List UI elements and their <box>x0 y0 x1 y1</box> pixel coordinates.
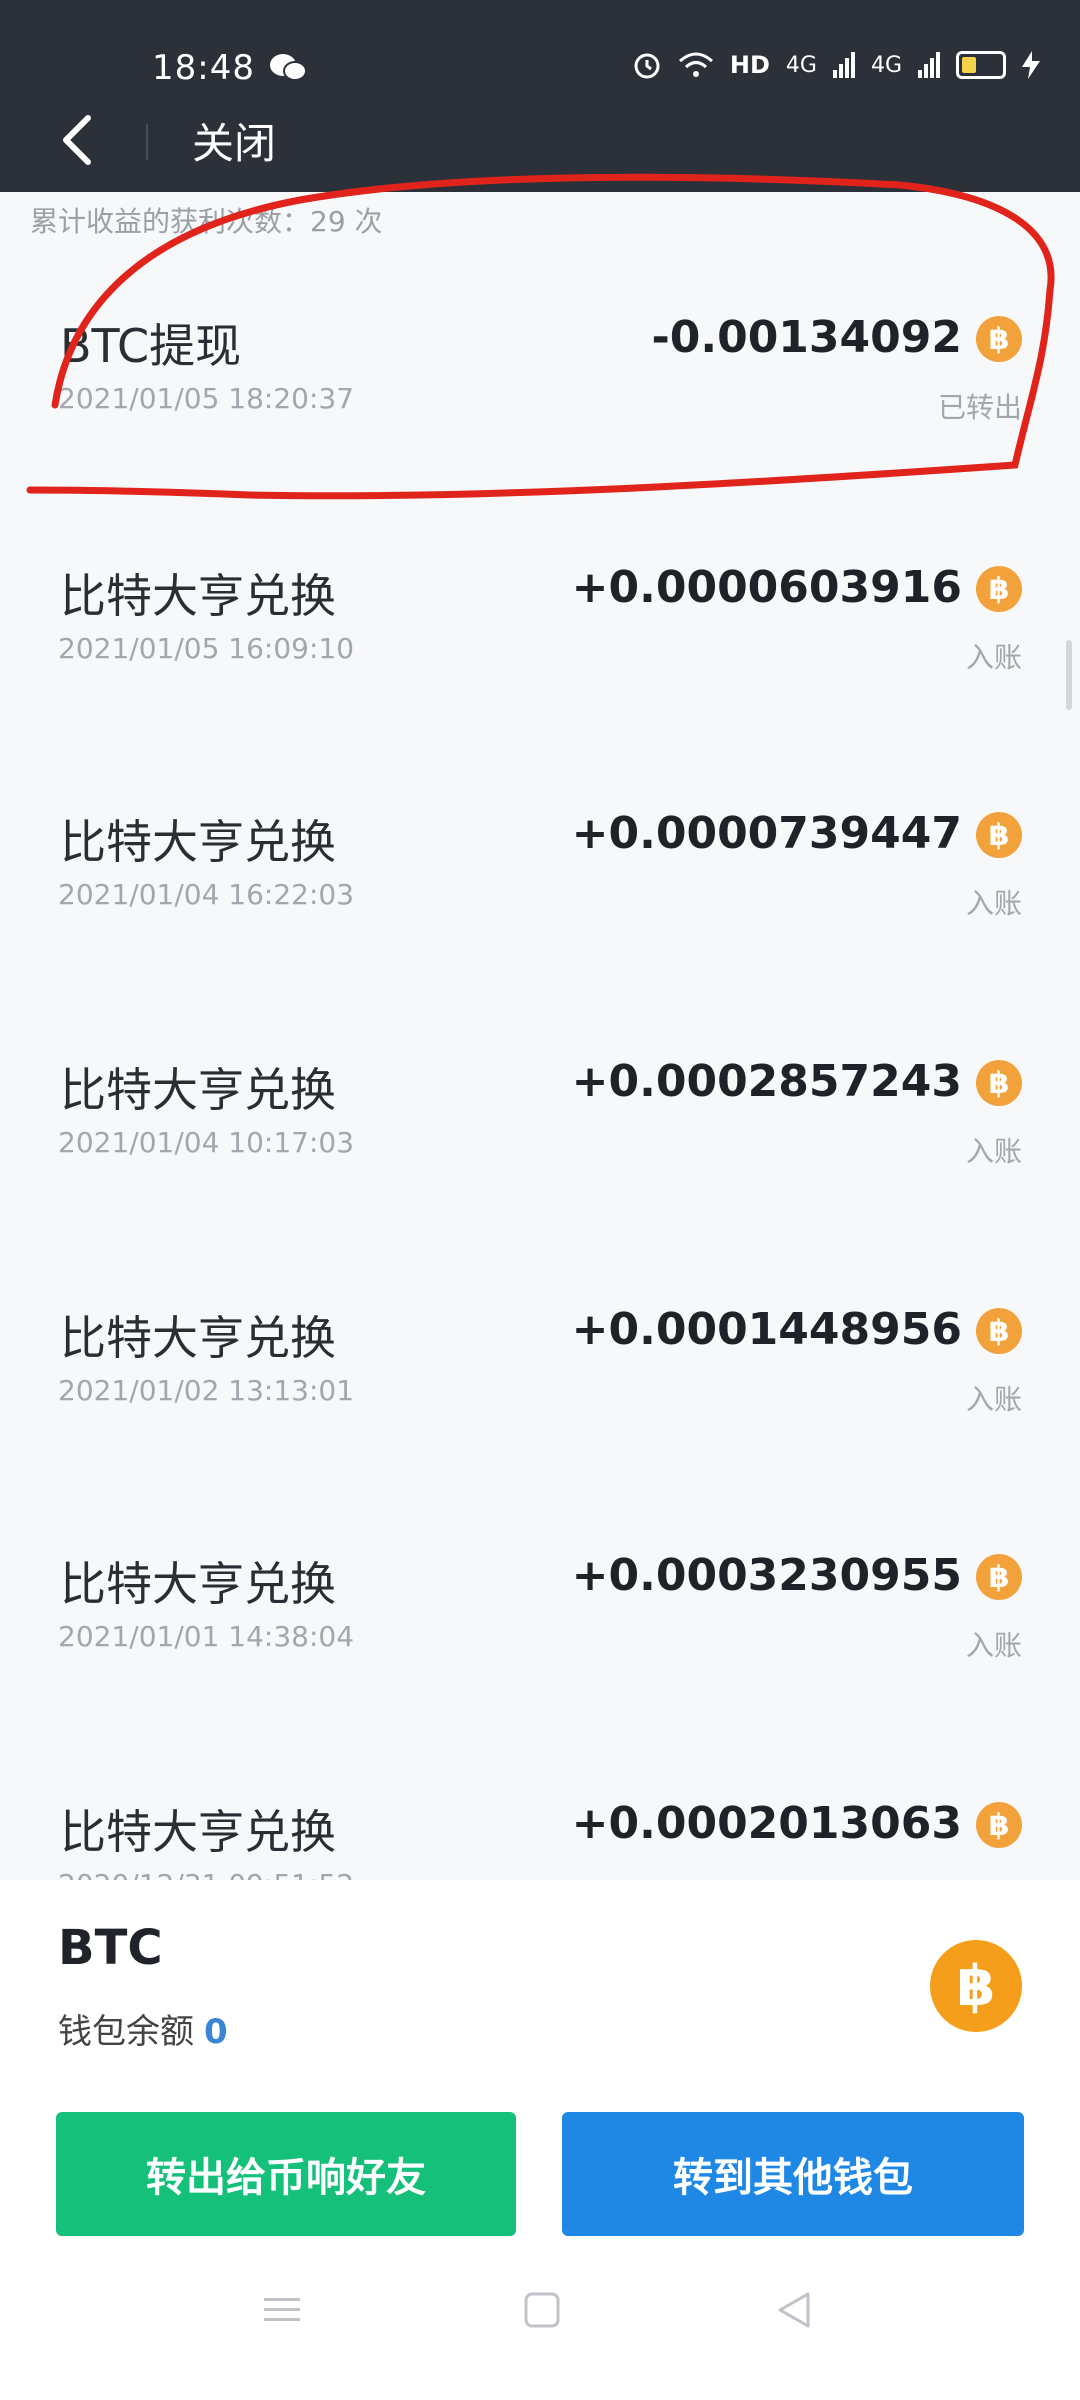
transaction-row[interactable]: 比特大亨兑换 2020/12/31 09:51:52 +0.0002013063 ฿ 入… <box>0 1776 1080 1880</box>
system-nav-bar <box>0 2290 1080 2380</box>
transaction-title: 比特大亨兑换 <box>60 815 336 869</box>
bitcoin-icon: ฿ <box>976 1308 1022 1354</box>
bitcoin-icon: ฿ <box>976 1802 1022 1848</box>
transaction-date: 2021/01/02 13:13:01 <box>58 1374 355 1407</box>
transaction-row[interactable]: 比特大亨兑换 2021/01/05 16:09:10 +0.0000603916 ฿ 入… <box>0 540 1080 786</box>
close-button[interactable]: 关闭 <box>192 110 276 171</box>
nav-divider <box>146 124 148 160</box>
transaction-date: 2021/01/05 18:20:37 <box>58 382 355 415</box>
transaction-date: 2021/01/04 10:17:03 <box>58 1126 355 1159</box>
wifi-icon <box>678 52 713 77</box>
wallet-balance-value: 0 <box>204 2012 228 2052</box>
transaction-status: 入账 <box>965 1629 1022 1662</box>
transaction-title: 比特大亨兑换 <box>60 1311 336 1365</box>
menu-icon[interactable] <box>262 2290 302 2330</box>
transaction-row[interactable]: 比特大亨兑换 2021/01/01 14:38:04 +0.0003230955 ฿ 入… <box>0 1528 1080 1774</box>
transfer-to-friend-button[interactable]: 转出给币响好友 <box>56 2112 516 2236</box>
status-time: 18:48 <box>152 48 255 88</box>
bitcoin-icon: ฿ <box>976 812 1022 858</box>
profit-count-summary: 累计收益的获利次数：29 次 <box>30 205 383 238</box>
transaction-status: 入账 <box>965 887 1022 920</box>
scrollbar[interactable] <box>1066 640 1072 710</box>
status-icons: HD 4G 4G <box>632 50 1040 80</box>
wechat-icon <box>270 54 307 81</box>
signal-icon <box>918 52 940 78</box>
wallet-currency: BTC <box>58 1920 163 1976</box>
transaction-status: 入账 <box>965 1383 1022 1416</box>
transaction-date: 2020/12/31 09:51:52 <box>58 1868 354 1880</box>
signal-icon <box>832 52 855 78</box>
bitcoin-icon: ฿ <box>976 316 1022 362</box>
transaction-row[interactable]: 比特大亨兑换 2021/01/04 16:22:03 +0.0000739447 ฿ 入… <box>0 786 1080 1032</box>
transaction-title: 比特大亨兑换 <box>60 1063 336 1117</box>
wallet-panel: BTC 钱包余额 0 ฿ 转出给币响好友 转到其他钱包 <box>0 1880 1080 2400</box>
transaction-status: 已转出 <box>937 391 1022 424</box>
status-bar: 18:48 HD 4G 4G <box>0 0 1080 92</box>
transaction-status: 入账 <box>965 1135 1022 1168</box>
bitcoin-icon: ฿ <box>930 1940 1022 2032</box>
transaction-status: 入账 <box>966 1872 1022 1880</box>
home-icon[interactable] <box>522 2290 562 2330</box>
transaction-amount: +0.0001448956 <box>571 1304 962 1355</box>
transaction-row[interactable]: BTC提现 2021/01/05 18:20:37 -0.00134092 ฿ 已转出 <box>0 290 1080 536</box>
transaction-title: BTC提现 <box>60 319 242 373</box>
transaction-title: 比特大亨兑换 <box>60 1557 336 1611</box>
network-type-2: 4G <box>870 52 902 78</box>
battery-icon <box>956 51 1006 79</box>
bitcoin-icon: ฿ <box>976 566 1022 612</box>
transaction-row[interactable]: 比特大亨兑换 2021/01/02 13:13:01 +0.0001448956 ฿ 入… <box>0 1282 1080 1528</box>
transaction-status: 入账 <box>965 641 1022 674</box>
transaction-amount: +0.0000739447 <box>571 808 962 859</box>
charging-icon <box>1022 51 1040 79</box>
transaction-date: 2021/01/05 16:09:10 <box>58 632 355 665</box>
transaction-amount: +0.0000603916 <box>571 562 962 613</box>
transaction-title: 比特大亨兑换 <box>60 1805 336 1859</box>
hd-label: HD <box>729 51 770 79</box>
transaction-amount: +0.0002013063 <box>571 1798 962 1849</box>
transaction-date: 2021/01/04 16:22:03 <box>58 878 355 911</box>
transaction-amount: +0.0002857243 <box>571 1056 962 1107</box>
bitcoin-icon: ฿ <box>976 1060 1022 1106</box>
triangle-back-icon[interactable] <box>774 2290 814 2330</box>
transaction-title: 比特大亨兑换 <box>60 569 336 623</box>
top-header: 18:48 HD 4G 4G 关闭 <box>0 0 1080 192</box>
wallet-balance: 钱包余额 0 <box>58 2004 228 2053</box>
alarm-icon <box>634 53 660 79</box>
transaction-amount: -0.00134092 <box>651 312 962 363</box>
bitcoin-icon: ฿ <box>976 1554 1022 1600</box>
transfer-to-wallet-button[interactable]: 转到其他钱包 <box>562 2112 1024 2236</box>
wallet-balance-label: 钱包余额 <box>58 2012 194 2052</box>
transaction-amount: +0.0003230955 <box>571 1550 962 1601</box>
nav-bar: 关闭 <box>0 92 1080 192</box>
back-icon[interactable] <box>50 108 110 172</box>
transaction-row[interactable]: 比特大亨兑换 2021/01/04 10:17:03 +0.0002857243 ฿ 入… <box>0 1034 1080 1280</box>
transaction-date: 2021/01/01 14:38:04 <box>58 1620 355 1653</box>
network-type-1: 4G <box>785 52 817 78</box>
